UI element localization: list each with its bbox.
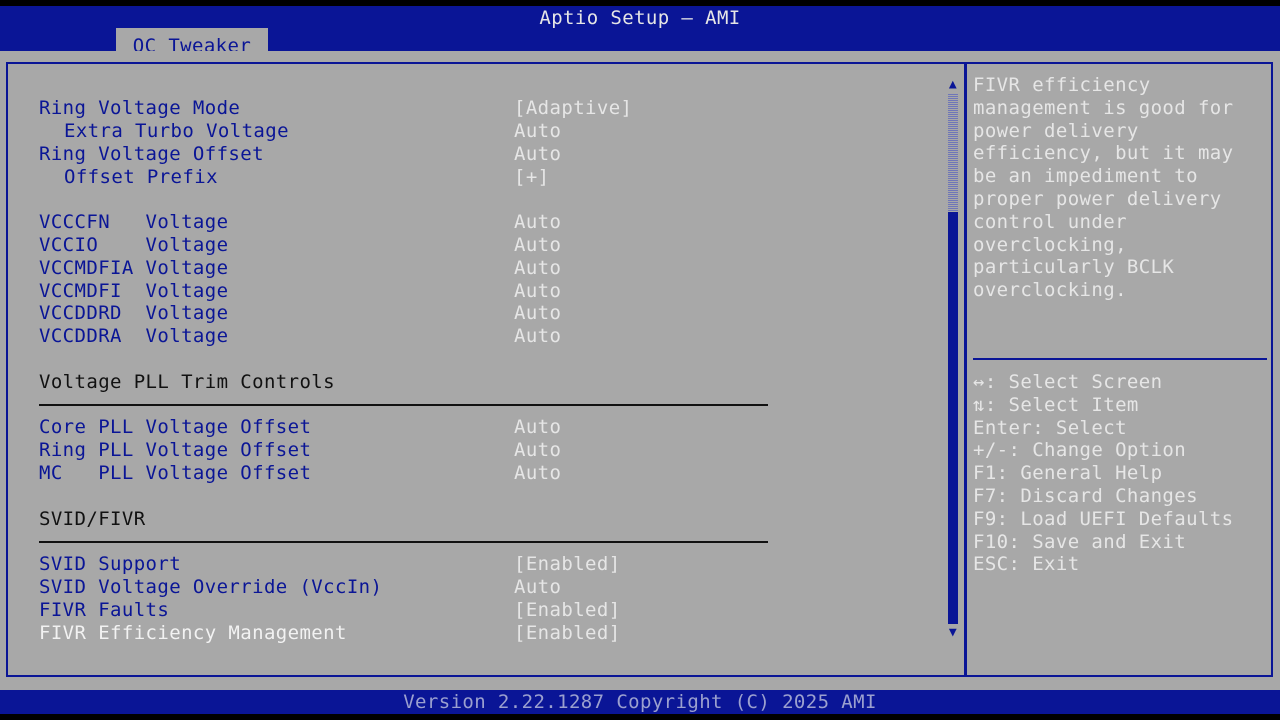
setting-ring-voltage-offset[interactable]: Ring Voltage Offset Auto [39, 143, 561, 166]
section-heading-pll: Voltage PLL Trim Controls [39, 371, 335, 393]
setting-value: Auto [514, 439, 562, 461]
setting-label: VCCDDRD Voltage [39, 302, 229, 324]
scroll-track[interactable] [948, 94, 958, 624]
help-separator [973, 358, 1267, 360]
section-rule [39, 404, 768, 406]
setting-label: SVID Voltage Override (VccIn) [39, 576, 383, 598]
setting-value: Auto [514, 211, 562, 233]
setting-label: VCCMDFI Voltage [39, 280, 229, 302]
key-hint: F9: Load UEFI Defaults [973, 507, 1234, 530]
scroll-down-arrow-icon[interactable]: ▼ [946, 626, 960, 640]
setting-svid-voltage-override[interactable]: SVID Voltage Override (VccIn) Auto [39, 576, 561, 599]
setting-value: [Enabled] [514, 599, 621, 621]
setting-vccmdfia-voltage[interactable]: VCCMDFIA Voltage Auto [39, 257, 561, 280]
version-footer: Version 2.22.1287 Copyright (C) 2025 AMI [0, 690, 1280, 714]
setting-value: Auto [514, 462, 562, 484]
setting-svid-support[interactable]: SVID Support [Enabled] [39, 553, 620, 576]
setting-ring-voltage-mode[interactable]: Ring Voltage Mode [Adaptive] [39, 97, 632, 120]
setting-extra-turbo-voltage[interactable]: Extra Turbo Voltage Auto [39, 120, 561, 143]
key-hint: F1: General Help [973, 462, 1163, 485]
setting-value: Auto [514, 576, 562, 598]
key-hint: +/-: Change Option [973, 439, 1187, 462]
key-hint: ESC: Exit [973, 553, 1080, 576]
setting-vccmdfi-voltage[interactable]: VCCMDFI Voltage Auto [39, 280, 561, 303]
setting-label: VCCIO Voltage [39, 234, 229, 256]
setting-fivr-efficiency-management[interactable]: FIVR Efficiency Management [Enabled] [39, 622, 620, 645]
key-legend: ↔: Select Screen ⇅: Select Item Enter: S… [973, 371, 1233, 576]
setting-offset-prefix[interactable]: Offset Prefix [+] [39, 166, 549, 189]
setting-label: Offset Prefix [64, 166, 218, 188]
setting-label: Ring Voltage Mode [39, 97, 241, 119]
setting-value: [+] [514, 166, 550, 188]
setting-vccddrd-voltage[interactable]: VCCDDRD Voltage Auto [39, 302, 561, 325]
setting-label: Extra Turbo Voltage [64, 120, 289, 142]
help-text: FIVR efficiency management is good for p… [973, 74, 1246, 302]
title-bar: Aptio Setup – AMI OC Tweaker [0, 6, 1280, 57]
setting-value: [Adaptive] [514, 97, 633, 119]
scroll-thumb[interactable] [948, 94, 958, 212]
setting-label: Ring PLL Voltage Offset [39, 439, 312, 461]
setting-vccio-voltage[interactable]: VCCIO Voltage Auto [39, 234, 561, 257]
setup-title: Aptio Setup – AMI [539, 7, 741, 29]
scroll-up-arrow-icon[interactable]: ▲ [946, 78, 960, 92]
setting-value: [Enabled] [514, 622, 621, 644]
key-hint: F7: Discard Changes [973, 484, 1198, 507]
key-hint: ↔: Select Screen [973, 371, 1163, 393]
help-divider [964, 62, 967, 677]
setting-value: Auto [514, 143, 562, 165]
setting-label: MC PLL Voltage Offset [39, 462, 312, 484]
setting-value: Auto [514, 416, 562, 438]
setting-value: Auto [514, 120, 562, 142]
setting-core-pll-voltage-offset[interactable]: Core PLL Voltage Offset Auto [39, 416, 561, 439]
setting-label: VCCDDRA Voltage [39, 325, 229, 347]
setting-fivr-faults[interactable]: FIVR Faults [Enabled] [39, 599, 620, 622]
scrollbar[interactable]: ▲ ▼ [946, 78, 960, 640]
setting-mc-pll-voltage-offset[interactable]: MC PLL Voltage Offset Auto [39, 462, 561, 485]
setting-label: FIVR Efficiency Management [39, 622, 347, 644]
section-rule [39, 541, 768, 543]
setting-vcccfn-voltage[interactable]: VCCCFN Voltage Auto [39, 211, 561, 234]
setting-value: Auto [514, 234, 562, 256]
setting-value: Auto [514, 302, 562, 324]
setting-value: Auto [514, 280, 562, 302]
setting-label: SVID Support [39, 553, 182, 575]
setting-value: Auto [514, 257, 562, 279]
setting-label: Core PLL Voltage Offset [39, 416, 312, 438]
section-heading-svid: SVID/FIVR [39, 508, 146, 530]
setting-value: Auto [514, 325, 562, 347]
setting-label: VCCCFN Voltage [39, 211, 229, 233]
setting-label: FIVR Faults [39, 599, 170, 621]
key-hint: ⇅: Select Item [973, 393, 1139, 416]
key-hint: F10: Save and Exit [973, 530, 1187, 553]
setting-value: [Enabled] [514, 553, 621, 575]
setting-label: Ring Voltage Offset [39, 143, 264, 165]
setting-vccddra-voltage[interactable]: VCCDDRA Voltage Auto [39, 325, 561, 348]
setting-ring-pll-voltage-offset[interactable]: Ring PLL Voltage Offset Auto [39, 439, 561, 462]
setting-label: VCCMDFIA Voltage [39, 257, 229, 279]
key-hint: Enter: Select [973, 416, 1127, 439]
